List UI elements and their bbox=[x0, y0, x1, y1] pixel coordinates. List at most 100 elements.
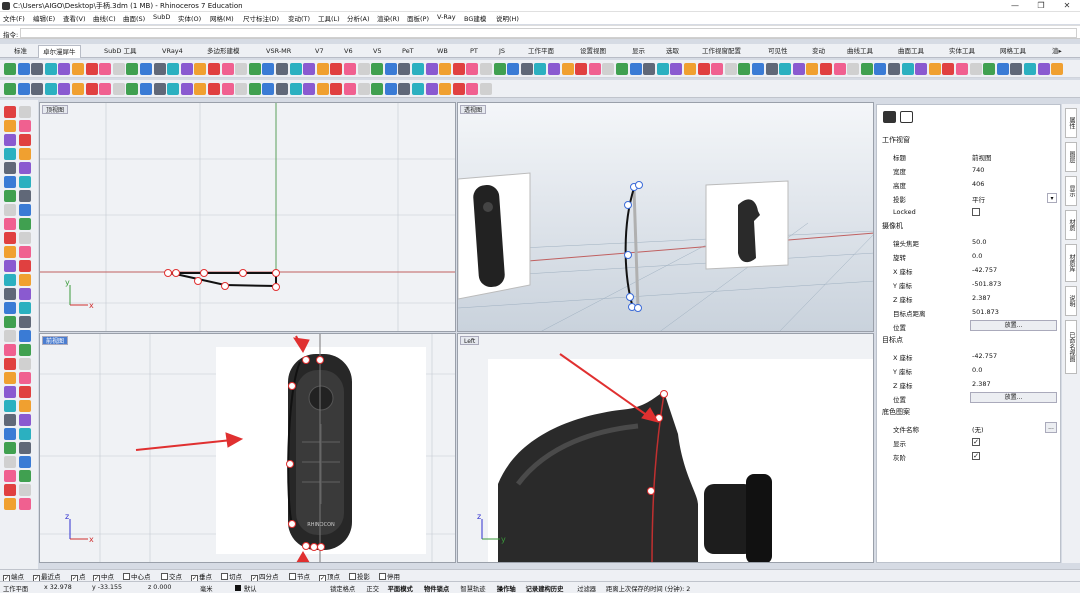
right-tab[interactable]: 材质库 bbox=[1065, 244, 1077, 282]
left-tool-icon[interactable] bbox=[19, 162, 31, 174]
toolbar-tool-icon[interactable] bbox=[167, 83, 180, 95]
menu-subd[interactable]: SubD bbox=[153, 13, 170, 21]
menu-render[interactable]: 渲染(R) bbox=[377, 13, 400, 23]
toolbar-tool-icon[interactable] bbox=[439, 83, 452, 95]
toolbar-tool-icon[interactable] bbox=[684, 63, 696, 75]
viewport-perspective[interactable]: 透视图 bbox=[457, 102, 874, 332]
viewport-top[interactable]: 顶视图 y x bbox=[39, 102, 456, 332]
property-value[interactable]: -42.757 bbox=[972, 266, 997, 274]
left-tool-icon[interactable] bbox=[19, 288, 31, 300]
left-tool-icon[interactable] bbox=[19, 274, 31, 286]
toolbar-tool-icon[interactable] bbox=[724, 63, 737, 75]
toolbar-tool-icon[interactable] bbox=[425, 63, 438, 75]
toolbar-tool-icon[interactable] bbox=[208, 83, 220, 95]
toolbar-tool-icon[interactable] bbox=[792, 63, 805, 75]
property-value[interactable]: 前视图 bbox=[972, 152, 992, 162]
left-tool-icon[interactable] bbox=[19, 484, 31, 496]
toolbar-tool-icon[interactable] bbox=[412, 83, 424, 95]
left-tool-icon[interactable] bbox=[4, 428, 16, 440]
place-button[interactable]: 放置... bbox=[970, 320, 1057, 331]
tab-vray4[interactable]: VRay4 bbox=[158, 45, 187, 58]
property-value[interactable]: -42.757 bbox=[972, 352, 997, 360]
menu-solid[interactable]: 实体(O) bbox=[178, 13, 201, 23]
toolbar-tool-icon[interactable] bbox=[384, 63, 397, 75]
osnap-option[interactable]: 中心点 bbox=[123, 571, 151, 581]
toolbar-tool-icon[interactable] bbox=[4, 63, 16, 75]
toolbar-tool-icon[interactable] bbox=[697, 63, 710, 75]
toolbar-tool-icon[interactable] bbox=[371, 83, 384, 95]
toolbar-tool-icon[interactable] bbox=[670, 63, 683, 75]
left-tool-icon[interactable] bbox=[4, 274, 16, 286]
toolbar-tool-icon[interactable] bbox=[860, 63, 873, 75]
menu-vray[interactable]: V-Ray bbox=[437, 13, 456, 21]
toolbar-tool-icon[interactable] bbox=[44, 63, 57, 75]
toolbar-tool-icon[interactable] bbox=[235, 63, 248, 75]
left-tool-icon[interactable] bbox=[4, 148, 16, 160]
toolbar-tool-icon[interactable] bbox=[833, 63, 846, 75]
osnap-checkbox[interactable] bbox=[379, 573, 386, 580]
property-value[interactable]: 0.0 bbox=[972, 252, 982, 260]
tab-set-view[interactable]: 设置视图 bbox=[576, 45, 610, 58]
toolbar-tool-icon[interactable] bbox=[180, 83, 193, 95]
toolbar-tool-icon[interactable] bbox=[58, 83, 71, 95]
tab-viewport-layout[interactable]: 工作视窗配置 bbox=[698, 45, 745, 58]
dropdown-chevron-icon[interactable]: ▾ bbox=[1047, 193, 1057, 203]
tab-v5[interactable]: V5 bbox=[369, 45, 386, 58]
viewport-left[interactable]: Left z y bbox=[457, 333, 874, 563]
toolbar-tool-icon[interactable] bbox=[738, 63, 751, 75]
toolbar-tool-icon[interactable] bbox=[316, 83, 329, 95]
left-tool-icon[interactable] bbox=[19, 414, 31, 426]
tab-v6[interactable]: V6 bbox=[340, 45, 357, 58]
left-tool-icon[interactable] bbox=[4, 484, 16, 496]
menu-bg[interactable]: BG建模 bbox=[464, 13, 486, 23]
toolbar-tool-icon[interactable] bbox=[969, 63, 982, 75]
toolbar-tool-icon[interactable] bbox=[466, 83, 479, 95]
left-tool-icon[interactable] bbox=[4, 358, 16, 370]
toolbar-tool-icon[interactable] bbox=[711, 63, 724, 75]
osnap-option[interactable]: 交点 bbox=[161, 571, 182, 581]
property-value[interactable]: 406 bbox=[972, 180, 984, 188]
toolbar-tool-icon[interactable] bbox=[262, 83, 275, 95]
left-tool-icon[interactable] bbox=[19, 372, 31, 384]
tab-vsr-mr[interactable]: VSR-MR bbox=[262, 45, 295, 58]
toolbar-tool-icon[interactable] bbox=[588, 63, 601, 75]
tab-transform[interactable]: 变动 bbox=[808, 45, 829, 58]
toolbar-tool-icon[interactable] bbox=[398, 83, 411, 95]
toolbar-tool-icon[interactable] bbox=[276, 63, 288, 75]
left-tool-icon[interactable] bbox=[19, 232, 31, 244]
left-tool-icon[interactable] bbox=[19, 330, 31, 342]
property-checkbox[interactable]: ✓ bbox=[972, 452, 980, 460]
toolbar-tool-icon[interactable] bbox=[874, 63, 887, 75]
osnap-checkbox[interactable] bbox=[221, 573, 228, 580]
toolbar-tool-icon[interactable] bbox=[425, 83, 438, 95]
tab-select[interactable]: 选取 bbox=[662, 45, 683, 58]
left-tool-icon[interactable] bbox=[4, 190, 16, 202]
left-tool-icon[interactable] bbox=[4, 442, 16, 454]
left-tool-icon[interactable] bbox=[4, 218, 16, 230]
left-tool-icon[interactable] bbox=[19, 190, 31, 202]
left-tool-icon[interactable] bbox=[4, 246, 16, 258]
toolbar-tool-icon[interactable] bbox=[493, 63, 506, 75]
toolbar-tool-icon[interactable] bbox=[602, 63, 615, 75]
toolbar-tool-icon[interactable] bbox=[1051, 63, 1064, 75]
left-tool-icon[interactable] bbox=[4, 456, 16, 468]
left-tool-icon[interactable] bbox=[4, 400, 16, 412]
left-tool-icon[interactable] bbox=[4, 316, 16, 328]
browse-button[interactable]: ... bbox=[1045, 422, 1057, 433]
left-tool-icon[interactable] bbox=[19, 498, 31, 510]
left-tool-icon[interactable] bbox=[4, 232, 16, 244]
left-tool-icon[interactable] bbox=[4, 260, 16, 272]
property-value[interactable]: 平行 bbox=[972, 194, 985, 204]
toolbar-tool-icon[interactable] bbox=[85, 63, 98, 75]
property-checkbox[interactable] bbox=[972, 208, 980, 216]
property-value[interactable]: 740 bbox=[972, 166, 984, 174]
tab-cplane[interactable]: 工作平面 bbox=[524, 45, 558, 58]
viewport-props-icon[interactable] bbox=[900, 111, 913, 123]
toolbar-tool-icon[interactable] bbox=[656, 63, 669, 75]
left-tool-icon[interactable] bbox=[4, 120, 16, 132]
toolbar-tool-icon[interactable] bbox=[888, 63, 900, 75]
left-tool-icon[interactable] bbox=[4, 176, 16, 188]
viewport-perspective-label[interactable]: 透视图 bbox=[460, 105, 487, 114]
left-tool-icon[interactable] bbox=[19, 386, 31, 398]
toolbar-tool-icon[interactable] bbox=[344, 83, 356, 95]
